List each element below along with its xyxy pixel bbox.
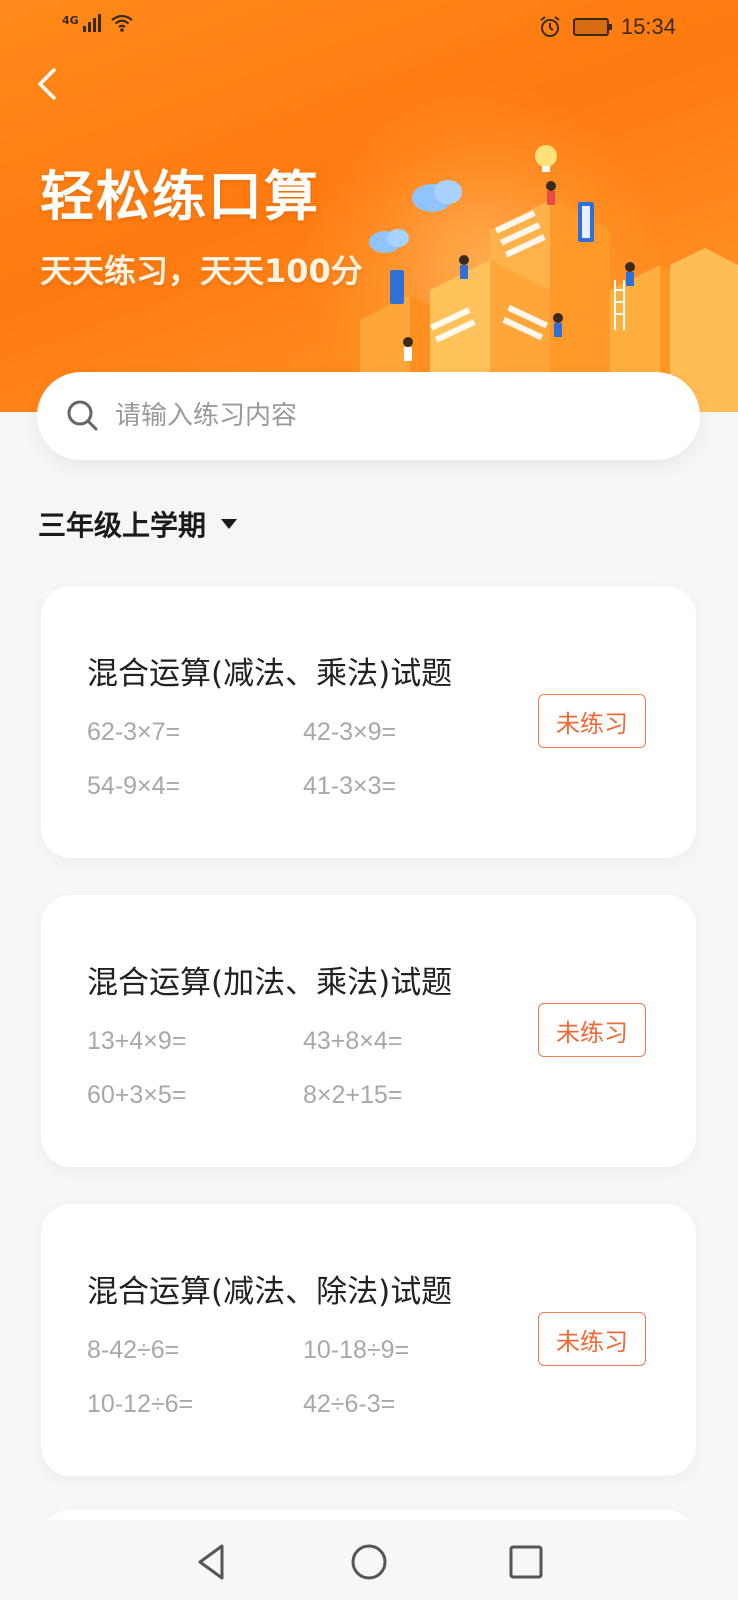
battery-icon bbox=[572, 18, 612, 36]
question-item: 41-3×3= bbox=[303, 772, 397, 800]
practice-status-badge[interactable]: 未练习 bbox=[538, 1003, 646, 1057]
question-item: 54-9×4= bbox=[87, 772, 181, 800]
banner-illustration bbox=[360, 145, 738, 412]
triangle-back-icon[interactable] bbox=[192, 1542, 232, 1582]
exercise-card[interactable]: 混合运算(加法、乘法)试题 13+4×9= 43+8×4= 60+3×5= 8×… bbox=[41, 895, 696, 1167]
back-button[interactable] bbox=[30, 62, 70, 106]
search-input[interactable] bbox=[115, 401, 675, 431]
practice-status-badge[interactable]: 未练习 bbox=[538, 1312, 646, 1366]
signal-icon bbox=[82, 14, 101, 32]
grade-label: 三年级上学期 bbox=[38, 509, 207, 542]
question-item: 10-18÷9= bbox=[303, 1336, 410, 1364]
question-item: 43+8×4= bbox=[303, 1027, 403, 1055]
circle-home-icon[interactable] bbox=[349, 1542, 389, 1582]
grade-selector[interactable]: 三年级上学期 bbox=[38, 504, 238, 544]
card-title: 混合运算(加法、乘法)试题 bbox=[87, 965, 453, 1001]
question-item: 10-12÷6= bbox=[87, 1390, 194, 1418]
wifi-icon bbox=[111, 14, 133, 32]
practice-status-badge[interactable]: 未练习 bbox=[538, 694, 646, 748]
square-recents-icon[interactable] bbox=[506, 1542, 546, 1582]
question-item: 42÷6-3= bbox=[303, 1390, 396, 1418]
status-bar: 4G 15:34 bbox=[0, 0, 738, 56]
network-indicator: 4G bbox=[62, 14, 133, 32]
exercise-card[interactable]: 混合运算(减法、乘法)试题 62-3×7= 42-3×9= 54-9×4= 41… bbox=[41, 586, 696, 858]
alarm-icon bbox=[540, 16, 560, 37]
question-item: 13+4×9= bbox=[87, 1027, 187, 1055]
chevron-left-icon bbox=[38, 68, 56, 100]
question-item: 62-3×7= bbox=[87, 718, 181, 746]
status-time: 15:34 bbox=[620, 14, 676, 39]
question-item: 8-42÷6= bbox=[87, 1336, 180, 1364]
card-title: 混合运算(减法、除法)试题 bbox=[87, 1274, 453, 1310]
network-type: 4G bbox=[62, 14, 79, 27]
page-subtitle: 天天练习，天天100分 bbox=[40, 252, 363, 290]
card-title: 混合运算(减法、乘法)试题 bbox=[87, 656, 453, 692]
question-item: 42-3×9= bbox=[303, 718, 397, 746]
caret-down-icon bbox=[221, 519, 238, 529]
page-title: 轻松练口算 bbox=[40, 165, 320, 228]
system-nav-bar bbox=[0, 1520, 738, 1600]
exercise-card[interactable]: 混合运算(减法、除法)试题 8-42÷6= 10-18÷9= 10-12÷6= … bbox=[41, 1204, 696, 1476]
search-icon bbox=[67, 400, 98, 431]
search-bar[interactable] bbox=[37, 372, 700, 460]
question-item: 8×2+15= bbox=[303, 1081, 403, 1109]
question-item: 60+3×5= bbox=[87, 1081, 187, 1109]
header-banner: 4G 15:34 轻松练口算 天天练习，天天100分 bbox=[0, 0, 738, 412]
